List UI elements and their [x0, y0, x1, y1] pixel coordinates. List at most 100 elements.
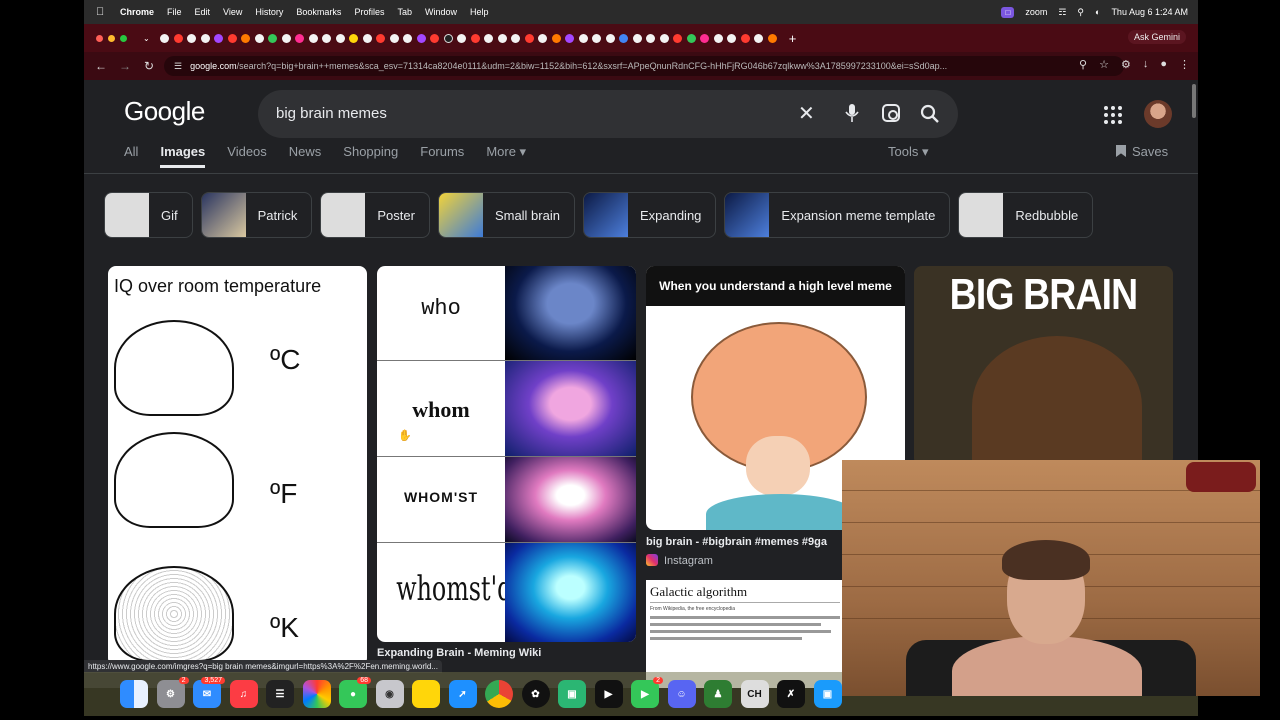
tab-favicon[interactable] [713, 33, 723, 43]
image-result-iq-room-temperature[interactable]: IQ over room temperature ºC ºF ºK [108, 266, 367, 666]
image-result-big-brain[interactable]: BIG BRAIN [914, 266, 1173, 466]
tab-favicon[interactable] [740, 33, 750, 43]
tab-favicon[interactable] [443, 33, 453, 43]
messages-icon[interactable]: ● [339, 680, 367, 708]
tab-favicon[interactable] [268, 33, 278, 43]
account-avatar[interactable] [1144, 100, 1172, 128]
menu-window[interactable]: Window [425, 7, 457, 17]
tab-favicon[interactable] [376, 33, 386, 43]
tab-favicon[interactable] [308, 33, 318, 43]
chrome-menu-icon[interactable]: ⋮ [1179, 58, 1190, 71]
ask-gemini-button[interactable]: Ask Gemini [1127, 30, 1186, 44]
chrome-icon[interactable] [485, 680, 513, 708]
finder-icon[interactable] [120, 680, 148, 708]
notes-icon[interactable] [412, 680, 440, 708]
zoom-status-icon[interactable]: □ [1001, 6, 1015, 18]
profile-icon[interactable]: ● [1160, 58, 1167, 71]
tab-favicon[interactable] [497, 33, 507, 43]
chip-poster[interactable]: Poster [320, 192, 430, 238]
tab-favicon[interactable] [551, 33, 561, 43]
music-icon[interactable]: ♫ [229, 680, 258, 708]
tab-favicon[interactable] [673, 33, 683, 43]
chip-small-brain[interactable]: Small brain [437, 192, 575, 238]
wifi-icon[interactable]: ☶ [1058, 7, 1066, 18]
tab-favicon[interactable] [389, 33, 399, 43]
tab-favicon[interactable] [173, 33, 183, 43]
page-scrollbar[interactable] [1192, 84, 1196, 118]
tab-videos[interactable]: Videos [227, 144, 267, 168]
tab-favicon[interactable] [767, 33, 777, 43]
tab-favicon[interactable] [470, 33, 480, 43]
tab-favicon[interactable] [362, 33, 372, 43]
system-settings-icon[interactable]: ⚙ [156, 680, 185, 708]
tab-search-icon[interactable]: ⌄ [143, 34, 150, 43]
google-logo[interactable]: Google [124, 96, 205, 127]
tab-favicon[interactable] [646, 33, 656, 43]
back-icon[interactable]: ← [90, 59, 112, 73]
piano-icon[interactable]: ☰ [266, 680, 294, 708]
tab-favicon[interactable] [416, 33, 426, 43]
clear-search-icon[interactable]: ✕ [798, 101, 815, 126]
menu-edit[interactable]: Edit [195, 7, 211, 17]
result-source[interactable]: Instagram [646, 554, 713, 567]
tab-favicon[interactable] [727, 33, 737, 43]
tab-favicon[interactable] [524, 33, 534, 43]
menu-view[interactable]: View [223, 7, 242, 17]
zoom-label[interactable]: zoom [1025, 7, 1047, 17]
search-menubar-icon[interactable]: ⚲ [1077, 7, 1084, 18]
control-center-icon[interactable]: ◐ [1095, 7, 1100, 17]
google-lens-icon[interactable] [882, 104, 900, 122]
search-box[interactable]: big brain memes ✕ [258, 90, 958, 138]
tab-favicon[interactable] [484, 33, 494, 43]
tab-favicon[interactable] [686, 33, 696, 43]
tab-favicon[interactable] [187, 33, 197, 43]
close-window-button[interactable] [96, 34, 103, 42]
tab-favicon[interactable] [430, 33, 440, 43]
reload-icon[interactable]: ↻ [138, 59, 160, 73]
screenshot-icon[interactable]: ◉ [375, 680, 404, 708]
chip-expansion-meme-template[interactable]: Expansion meme template [724, 192, 951, 238]
google-apps-icon[interactable] [1104, 106, 1122, 124]
tab-favicon[interactable] [565, 33, 575, 43]
clock-text[interactable]: Thu Aug 6 1:24 AM [1111, 7, 1188, 17]
tab-shopping[interactable]: Shopping [343, 144, 398, 168]
tab-favicon[interactable] [619, 33, 629, 43]
tab-favicon[interactable] [511, 33, 521, 43]
menu-app-name[interactable]: Chrome [120, 7, 154, 17]
address-bar[interactable]: ☰ google.com/search?q=big+brain++memes&s… [164, 56, 1124, 76]
forward-icon[interactable]: → [114, 59, 136, 73]
site-info-icon[interactable]: ☰ [174, 61, 182, 72]
tab-favicon[interactable] [214, 33, 224, 43]
safari-icon[interactable]: ➚ [448, 680, 477, 708]
apple-icon[interactable]:  [96, 6, 110, 18]
result-caption[interactable]: big brain - #bigbrain #memes #9ga [646, 536, 842, 548]
menu-history[interactable]: History [255, 7, 283, 17]
discord-icon[interactable]: ☺ [667, 680, 696, 708]
tab-favicon[interactable] [349, 33, 359, 43]
chip-patrick[interactable]: Patrick [200, 192, 313, 238]
ch-app-icon[interactable]: CH [740, 680, 769, 708]
new-tab-button[interactable]: + [789, 31, 797, 46]
tab-favicon[interactable] [538, 33, 548, 43]
chip-redbubble[interactable]: Redbubble [958, 192, 1094, 238]
result-caption[interactable]: Expanding Brain - Meming Wiki [377, 647, 541, 659]
tab-news[interactable]: News [289, 144, 322, 168]
microphone-icon[interactable] [845, 103, 859, 123]
tools-dropdown[interactable]: Tools ▾ [888, 144, 929, 160]
tab-favicon[interactable] [200, 33, 210, 43]
facetime-icon[interactable]: ▶ [631, 680, 659, 708]
facetime-like-icon[interactable]: ▣ [558, 680, 586, 708]
fullscreen-window-button[interactable] [120, 34, 127, 42]
tab-favicon[interactable] [254, 33, 264, 43]
tab-all[interactable]: All [124, 144, 138, 168]
search-input[interactable]: big brain memes [276, 105, 387, 122]
tab-favicon[interactable] [241, 33, 251, 43]
tab-favicon[interactable] [605, 33, 615, 43]
chip-expanding[interactable]: Expanding [582, 192, 717, 238]
chess-icon[interactable]: ♟ [704, 680, 732, 708]
box-app-icon[interactable]: ▣ [813, 680, 842, 708]
tab-favicon[interactable] [592, 33, 602, 43]
bookmark-star-icon[interactable]: ☆ [1099, 58, 1109, 71]
capcut-icon[interactable]: ✗ [777, 680, 805, 708]
image-result-expanding-brain[interactable]: who whom WHOM'ST whomst'd [377, 266, 636, 642]
